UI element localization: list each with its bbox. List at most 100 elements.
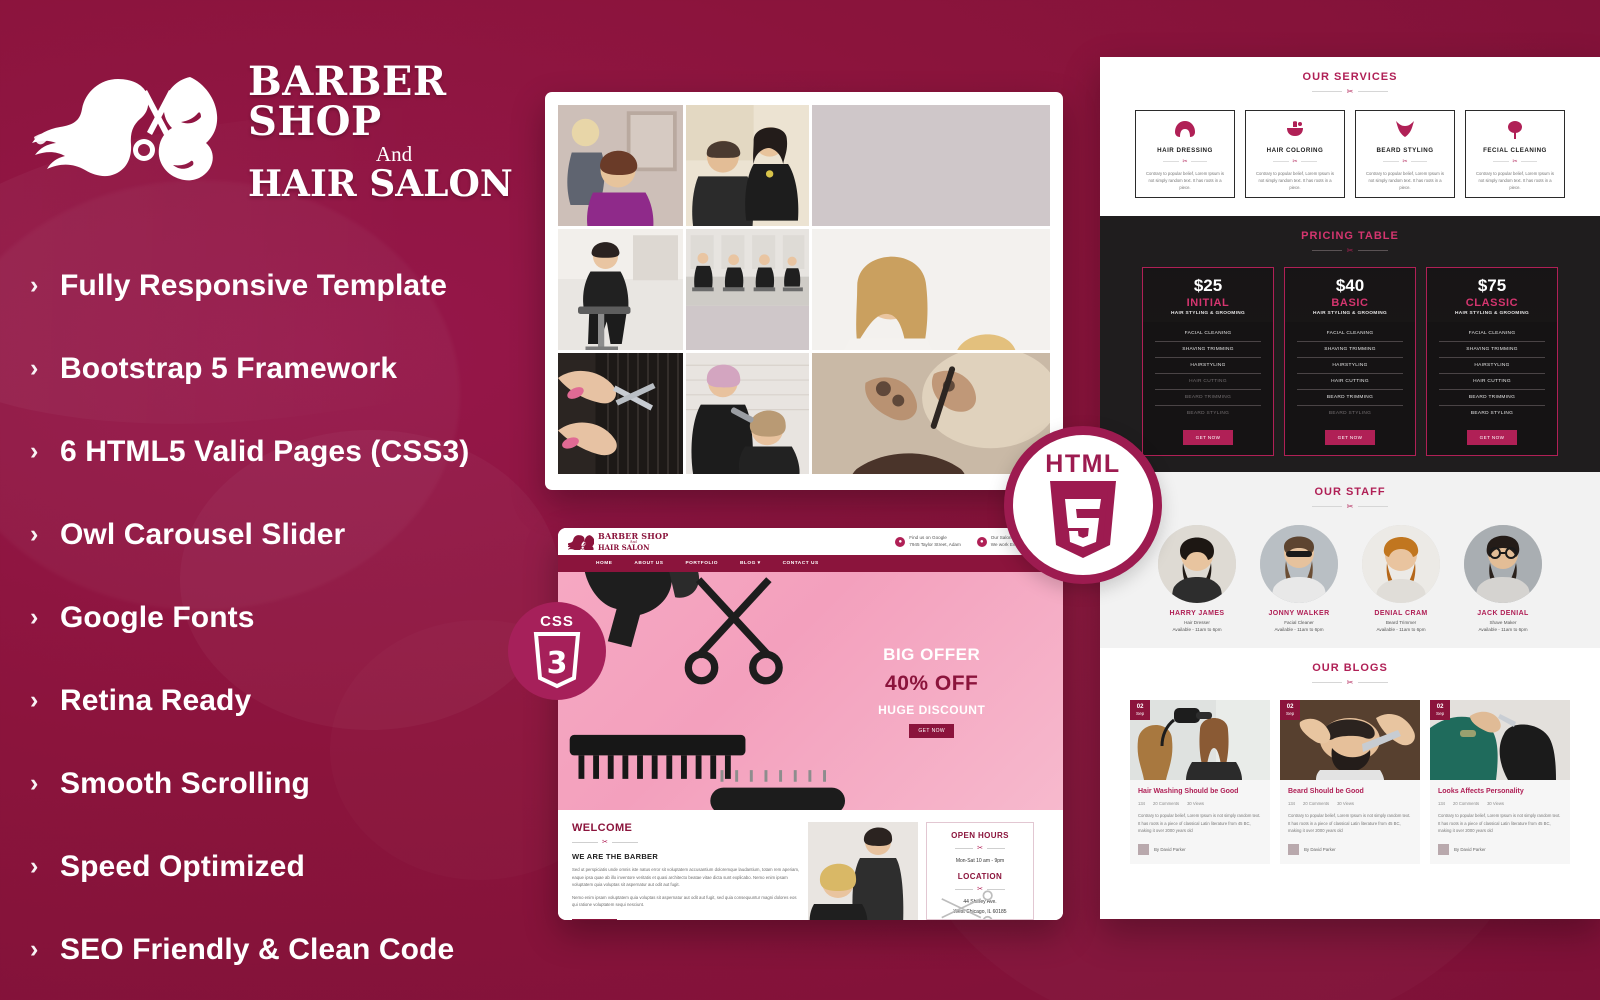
blog-excerpt: Contrary to popular belief, Lorem Ipsum … <box>1288 813 1411 834</box>
pricing-card-initial: $25 INITIAL HAIR STYLING & GROOMING FACI… <box>1142 267 1274 456</box>
read-more-button[interactable]: READ MORE <box>572 918 618 920</box>
blog-body: Beard Should be Good 134 20 Comments 30 … <box>1280 780 1420 864</box>
pricing-feature: HAIR CUTTING <box>1155 374 1261 390</box>
section-separator: ✂ <box>1493 158 1537 165</box>
service-card[interactable]: BEARD STYLING ✂ Contrary to popular beli… <box>1355 110 1455 198</box>
pricing-subtitle: HAIR STYLING & GROOMING <box>1170 311 1246 316</box>
pricing-card-basic: $40 BASIC HAIR STYLING & GROOMING FACIAL… <box>1284 267 1416 456</box>
blog-meta: 134 20 Comments 30 Views <box>1438 801 1562 806</box>
pricing-feature: BEARD STYLING <box>1186 411 1230 416</box>
services-row: HAIR DRESSING ✂ Contrary to popular beli… <box>1100 110 1600 216</box>
pricing-feature: SHAVING TRIMMING <box>1155 342 1261 358</box>
blog-month: Sep <box>1136 710 1145 716</box>
feature-label: Fully Responsive Template <box>60 268 448 302</box>
service-card[interactable]: HAIR DRESSING ✂ Contrary to popular beli… <box>1135 110 1235 198</box>
mockup-info-location: ● Find us on Google 7945 Taylor Street, … <box>895 535 961 548</box>
section-separator: ✂ <box>931 844 1029 852</box>
html5-badge-label: HTML <box>1045 449 1121 478</box>
staff-role: Beard Trimmer <box>1385 620 1417 625</box>
blog-date-badge: 02 Sep <box>1280 700 1301 720</box>
blog-card[interactable]: 02 Sep Looks Affects Personality 134 20 … <box>1430 700 1570 864</box>
gallery-photo-woman-hair-styling <box>686 353 809 474</box>
welcome-heading: WELCOME <box>572 822 633 834</box>
gallery-photo-man-haircut-stylist <box>686 105 809 226</box>
blog-views: 30 Views <box>1337 801 1354 806</box>
blog-author-name: By David Parker <box>1454 846 1486 852</box>
welcome-paragraph-2: Nemo enim ipsam voluptatem quia voluptas… <box>572 894 797 908</box>
hero-get-now-button[interactable]: GET NOW <box>909 723 954 738</box>
pricing-feature: BEARD TRIMMING <box>1155 390 1261 406</box>
staff-name: DENIAL CRAM <box>1374 610 1428 617</box>
blog-body: Hair Washing Should be Good 134 20 Comme… <box>1130 780 1270 864</box>
chevron-right-icon: › <box>30 686 39 715</box>
section-separator: ✂ <box>1100 502 1600 511</box>
feature-item: › Smooth Scrolling <box>30 742 540 825</box>
blog-card[interactable]: 02 Sep Beard Should be Good 134 20 Comme… <box>1280 700 1420 864</box>
blog-author-name: By David Parker <box>1304 846 1336 852</box>
blog-month: Sep <box>1286 710 1295 716</box>
feature-item: › SEO Friendly & Clean Code <box>30 908 540 991</box>
nav-item-about-us[interactable]: ABOUT US <box>634 561 663 566</box>
hair-color-bowl-icon <box>1285 121 1305 141</box>
pricing-get-now-button[interactable]: GET NOW <box>1182 430 1234 445</box>
blog-excerpt: Contrary to popular belief, Lorem Ipsum … <box>1138 813 1261 834</box>
blog-comments: 20 Comments <box>1153 801 1180 806</box>
staff-card: HARRY JAMES Hair Dresser Available - 11a… <box>1153 525 1241 632</box>
staff-card: JONNY WALKER Facial Cleaner Available - … <box>1255 525 1343 632</box>
blog-comments: 20 Comments <box>1453 801 1480 806</box>
pricing-feature: BEARD STYLING <box>1328 411 1372 416</box>
service-title: BEARD STYLING <box>1376 147 1434 154</box>
staff-section-header: OUR STAFF ✂ <box>1100 472 1600 511</box>
css3-shield-icon: 3 <box>533 632 581 689</box>
service-text: Contrary to popular belief, Lorem Ipsum … <box>1476 171 1554 191</box>
pricing-get-now-button[interactable]: GET NOW <box>1324 430 1376 445</box>
staff-availability: Available - 11am to 6pm <box>1376 627 1426 632</box>
feature-list: › Fully Responsive Template › Bootstrap … <box>0 244 540 991</box>
staff-role: Shave Maker <box>1489 620 1517 625</box>
staff-role: Facial Cleaner <box>1284 620 1314 625</box>
pricing-feature: HAIR CUTTING <box>1439 374 1545 390</box>
blog-title[interactable]: Beard Should be Good <box>1288 788 1412 795</box>
service-card[interactable]: FECIAL CLEANING ✂ Contrary to popular be… <box>1465 110 1565 198</box>
staff-availability: Available - 11am to 6pm <box>1478 627 1528 632</box>
hero-title: BIG OFFER <box>883 644 981 664</box>
scissors-decoration-icon <box>941 890 993 919</box>
staff-availability: Available - 11am to 6pm <box>1172 627 1222 632</box>
gallery-photo-scissors-cutting-hair <box>558 353 683 474</box>
blog-card[interactable]: 02 Sep Hair Washing Should be Good 134 2… <box>1130 700 1270 864</box>
css3-badge: CSS 3 <box>508 602 606 700</box>
blog-likes: 134 <box>1288 801 1295 806</box>
gallery-photo-salon-team-chairs <box>686 229 809 350</box>
blog-title[interactable]: Looks Affects Personality <box>1438 788 1562 795</box>
blogs-section-header: OUR BLOGS ✂ <box>1100 648 1600 687</box>
section-separator: ✂ <box>1273 158 1317 165</box>
mockup-logo[interactable]: BARBER SHOP And HAIR SALON <box>568 532 668 551</box>
nav-item-home[interactable]: HOME <box>596 561 612 566</box>
clock-icon: ● <box>976 536 987 547</box>
mockup-logo-line2: HAIR SALON <box>598 543 650 552</box>
left-panel: BARBER SHOP And HAIR SALON › Fully Respo… <box>0 0 540 1000</box>
staff-role: Hair Dresser <box>1184 620 1210 625</box>
pricing-section: PRICING TABLE ✂ $25 INITIAL HAIR STYLING… <box>1100 216 1600 472</box>
gallery-photo-hair-curlers-client <box>558 105 683 226</box>
feature-item: › Speed Optimized <box>30 825 540 908</box>
pricing-get-now-button[interactable]: GET NOW <box>1466 430 1518 445</box>
blog-day: 02 <box>1436 704 1444 710</box>
pricing-feature: SHAVING TRIMMING <box>1439 342 1545 358</box>
nav-item-contact-us[interactable]: CONTACT US <box>783 561 819 566</box>
brand-line-2: HAIR SALON <box>248 163 513 206</box>
service-card[interactable]: HAIR COLORING ✂ Contrary to popular beli… <box>1245 110 1345 198</box>
section-separator: ✂ <box>572 838 800 846</box>
nav-item-blog[interactable]: BLOG ▾ <box>740 561 761 566</box>
pricing-feature: FACIAL CLEANING <box>1297 326 1403 342</box>
section-separator: ✂ <box>1383 158 1427 165</box>
html5-badge: HTML <box>1004 426 1162 584</box>
open-hours-panel: OPEN HOURS ✂ Mon-Sat 10 am - 9pm LOCATIO… <box>926 822 1034 920</box>
feature-label: SEO Friendly & Clean Code <box>60 932 455 966</box>
blog-date-badge: 02 Sep <box>1430 700 1451 720</box>
blog-title[interactable]: Hair Washing Should be Good <box>1138 788 1262 795</box>
nav-item-portfolio[interactable]: PORTFOLIO <box>685 561 717 566</box>
hero-offer: 40% OFF <box>885 671 979 695</box>
beard-icon <box>1395 121 1415 141</box>
feature-item: › Bootstrap 5 Framework <box>30 327 540 410</box>
